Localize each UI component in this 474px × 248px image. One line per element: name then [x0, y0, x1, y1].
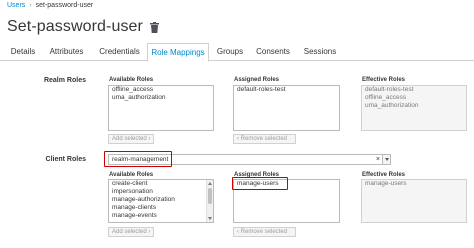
client-available-list[interactable]: create-client impersonation manage-autho…	[108, 179, 214, 223]
list-item: offline_access	[365, 94, 407, 101]
client-add-selected-button[interactable]: Add selected ›	[108, 227, 154, 237]
realm-remove-selected-button[interactable]: ‹ Remove selected	[233, 134, 296, 144]
page-header: Set-password-user	[7, 18, 159, 36]
select-toggle[interactable]	[382, 155, 390, 164]
client-remove-selected-button[interactable]: ‹ Remove selected	[233, 227, 296, 237]
realm-available-title: Available Roles	[109, 77, 154, 83]
breadcrumb-users-link[interactable]: Users	[7, 2, 25, 9]
tab-groups[interactable]: Groups	[214, 43, 246, 61]
tab-role-mappings[interactable]: Role Mappings	[147, 43, 209, 62]
realm-effective-title: Effective Roles	[362, 77, 406, 83]
tab-consents[interactable]: Consents	[254, 43, 292, 61]
tab-sessions[interactable]: Sessions	[300, 43, 340, 61]
assigned-role-highlight	[232, 177, 288, 190]
client-roles-label: Client Roles	[45, 156, 86, 163]
client-effective-title: Effective Roles	[362, 172, 406, 178]
realm-assigned-title: Assigned Roles	[234, 77, 280, 83]
list-item: uma_authorization	[365, 102, 419, 109]
realm-available-list[interactable]: offline_access uma_authorization	[108, 85, 214, 131]
breadcrumb-current: set-password-user	[35, 2, 94, 9]
client-available-title: Available Roles	[109, 172, 154, 178]
realm-add-selected-button[interactable]: Add selected ›	[108, 134, 154, 144]
list-item[interactable]: uma_authorization	[109, 94, 213, 102]
scroll-down-icon[interactable]	[208, 217, 212, 220]
list-item[interactable]: manage-authorization	[109, 196, 213, 204]
page-title: Set-password-user	[7, 18, 143, 35]
list-item[interactable]: default-roles-test	[234, 86, 339, 94]
client-effective-list: manage-users	[361, 179, 467, 223]
trash-icon[interactable]	[149, 21, 159, 33]
tab-details[interactable]: Details	[7, 43, 39, 61]
list-item[interactable]: manage-clients	[109, 204, 213, 212]
list-item: default-roles-test	[365, 86, 414, 93]
realm-roles-label: Realm Roles	[43, 77, 86, 84]
list-item[interactable]: manage-events	[109, 212, 213, 220]
breadcrumb: Users › set-password-user	[7, 2, 93, 9]
chevron-down-icon	[385, 158, 389, 161]
list-item: manage-users	[365, 180, 407, 187]
list-item[interactable]: offline_access	[109, 86, 213, 94]
clear-icon[interactable]: ×	[376, 155, 380, 164]
tab-credentials[interactable]: Credentials	[95, 43, 144, 61]
scrollbar[interactable]	[206, 180, 213, 222]
list-item[interactable]: create-client	[109, 180, 213, 188]
breadcrumb-separator: ›	[29, 2, 32, 9]
realm-effective-list: default-roles-test offline_access uma_au…	[361, 85, 467, 131]
client-select-highlight	[104, 151, 172, 167]
realm-assigned-list[interactable]: default-roles-test	[233, 85, 340, 131]
tab-attributes[interactable]: Attributes	[45, 43, 88, 61]
scroll-thumb[interactable]	[208, 188, 212, 204]
scroll-up-icon[interactable]	[208, 182, 212, 185]
list-item[interactable]: impersonation	[109, 188, 213, 196]
tab-bar: Details Attributes Credentials Role Mapp…	[0, 43, 474, 62]
